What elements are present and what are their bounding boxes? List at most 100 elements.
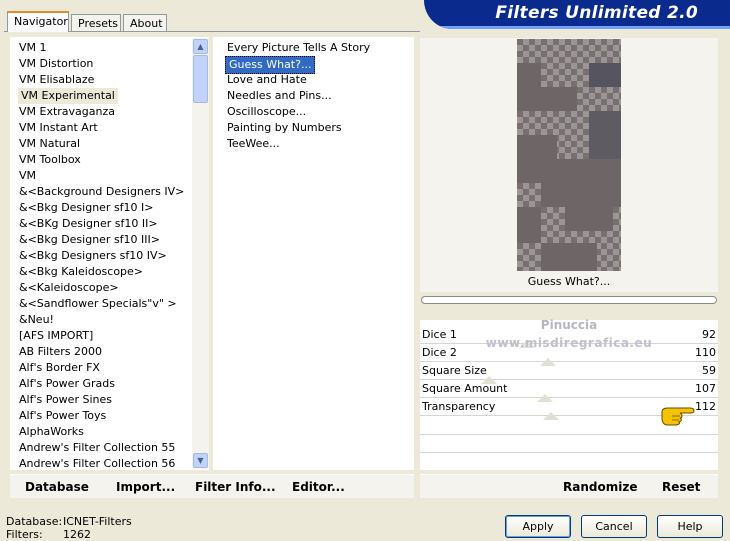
param-slider[interactable]: Square Size 59: [420, 362, 718, 384]
filter-item-label: Needles and Pins...: [227, 89, 332, 102]
filter-item[interactable]: Painting by Numbers: [225, 120, 410, 136]
reset-button[interactable]: Reset: [662, 480, 700, 494]
category-item[interactable]: VM Experimental: [17, 88, 192, 104]
tab-about[interactable]: About: [123, 14, 167, 32]
filter-info-button[interactable]: Filter Info...: [195, 480, 276, 494]
category-item-label: VM: [19, 169, 37, 182]
category-item[interactable]: VM Natural: [17, 136, 192, 152]
help-button[interactable]: Help: [657, 515, 723, 538]
category-item-label: Alf's Border FX: [19, 361, 100, 374]
category-item[interactable]: Alf's Power Grads: [17, 376, 192, 392]
category-item[interactable]: VM 1: [17, 40, 192, 56]
category-item[interactable]: &<Bkg Designers sf10 IV>: [17, 248, 192, 264]
category-item-label: &<Kaleidoscope>: [19, 281, 119, 294]
param-label: Transparency: [422, 400, 496, 413]
category-item[interactable]: VM Elisablaze: [17, 72, 192, 88]
category-item[interactable]: &<Bkg Designer sf10 I>: [17, 200, 192, 216]
category-item-label: &<BKg Designer sf10 II>: [19, 217, 158, 230]
param-label: Square Amount: [422, 382, 508, 395]
filter-item-label: Oscilloscope...: [227, 105, 307, 118]
category-item[interactable]: &<Background Designers IV>: [17, 184, 192, 200]
filter-list[interactable]: Every Picture Tells A Story Guess What?..…: [213, 37, 414, 470]
category-item[interactable]: [AFS IMPORT]: [17, 328, 192, 344]
category-item[interactable]: AB Filters 2000: [17, 344, 192, 360]
chevron-down-icon[interactable]: ▼: [193, 453, 208, 468]
category-item[interactable]: Andrew's Filter Collection 55: [17, 440, 192, 456]
filters-label: Filters:: [6, 528, 43, 541]
filter-item[interactable]: Every Picture Tells A Story: [225, 40, 410, 56]
filters-count: 1262: [63, 528, 91, 541]
empty-slot-divider: [420, 452, 718, 453]
scroll-thumb[interactable]: [193, 55, 208, 103]
chevron-up-icon[interactable]: ▲: [193, 39, 208, 54]
category-item[interactable]: Andrew's Filter Collection 56: [17, 456, 192, 472]
category-item[interactable]: &<Sandflower Specials"v" >: [17, 296, 192, 312]
category-item[interactable]: VM Extravaganza: [17, 104, 192, 120]
category-item[interactable]: VM: [17, 168, 192, 184]
category-item[interactable]: Alf's Power Sines: [17, 392, 192, 408]
category-item[interactable]: &<Bkg Kaleidoscope>: [17, 264, 192, 280]
slider-thumb[interactable]: [543, 412, 560, 420]
param-value: 59: [702, 364, 716, 377]
tab-navigator[interactable]: Navigator: [7, 11, 69, 32]
filter-item[interactable]: Needles and Pins...: [225, 88, 410, 104]
filter-item-label: Love and Hate: [227, 73, 307, 86]
empty-slot-divider: [420, 434, 718, 435]
param-slider[interactable]: Square Amount 107: [420, 380, 718, 402]
category-item-label: &<Bkg Designer sf10 III>: [19, 233, 161, 246]
param-label: Square Size: [422, 364, 487, 377]
category-item-label: [AFS IMPORT]: [19, 329, 94, 342]
preview-caption: Guess What?...: [420, 272, 718, 292]
left-toolbar: Database Import... Filter Info... Editor…: [10, 474, 414, 498]
filter-items: Every Picture Tells A Story Guess What?..…: [225, 40, 410, 152]
filter-item[interactable]: Guess What?...: [225, 56, 410, 74]
filter-item[interactable]: TeeWee...: [225, 136, 410, 152]
category-item[interactable]: VM Toolbox: [17, 152, 192, 168]
filter-item-label: Every Picture Tells A Story: [227, 41, 371, 54]
category-item[interactable]: Alf's Power Toys: [17, 408, 192, 424]
category-item[interactable]: &Neu!: [17, 312, 192, 328]
category-item-label: &Neu!: [19, 313, 54, 326]
category-item-label: &<Bkg Designers sf10 IV>: [19, 249, 167, 262]
filter-item[interactable]: Oscilloscope...: [225, 104, 410, 120]
filter-item[interactable]: Love and Hate: [225, 72, 410, 88]
banner-strip: [424, 26, 730, 29]
category-item[interactable]: &<BKg Designer sf10 II>: [17, 216, 192, 232]
category-item[interactable]: &<Bkg Designer sf10 III>: [17, 232, 192, 248]
preview-image: [517, 39, 621, 271]
category-item-label: &<Bkg Designer sf10 I>: [19, 201, 154, 214]
database-label: Database:: [6, 515, 63, 528]
category-item[interactable]: VM Distortion: [17, 56, 192, 72]
category-item-label: VM Elisablaze: [19, 73, 95, 86]
category-items: VM 1 VM Distortion VM Elisablaze VM Experim…: [17, 40, 192, 472]
category-list[interactable]: VM 1 VM Distortion VM Elisablaze VM Experim…: [10, 37, 209, 470]
category-scrollbar[interactable]: ▲ ▼: [192, 38, 209, 469]
category-item[interactable]: AlphaWorks: [17, 424, 192, 440]
category-item-label: VM Natural: [19, 137, 81, 150]
category-item[interactable]: VM Instant Art: [17, 120, 192, 136]
app-banner: Filters Unlimited 2.0: [424, 0, 730, 29]
param-value: 107: [695, 382, 716, 395]
category-item[interactable]: Alf's Border FX: [17, 360, 192, 376]
category-item-label: Alf's Power Sines: [19, 393, 112, 406]
watermark-line1: Pinuccia: [540, 318, 598, 332]
apply-button[interactable]: Apply: [505, 515, 571, 538]
database-button[interactable]: Database: [25, 480, 89, 494]
tab-presets[interactable]: Presets: [71, 14, 121, 32]
category-item-label: VM 1: [19, 41, 47, 54]
preview-panel: [420, 38, 718, 272]
app-title: Filters Unlimited 2.0: [495, 3, 698, 23]
import-button[interactable]: Import...: [116, 480, 175, 494]
cancel-button[interactable]: Cancel: [581, 515, 647, 538]
editor-button[interactable]: Editor...: [292, 480, 345, 494]
category-item-label: Andrew's Filter Collection 55: [19, 441, 176, 454]
pointing-hand-icon: [660, 404, 696, 426]
category-item-label: &<Bkg Kaleidoscope>: [19, 265, 144, 278]
category-item-label: VM Toolbox: [19, 153, 81, 166]
category-item[interactable]: &<Kaleidoscope>: [17, 280, 192, 296]
category-item-label: VM Instant Art: [19, 121, 98, 134]
filter-item-label: TeeWee...: [227, 137, 280, 150]
randomize-button[interactable]: Randomize: [563, 480, 637, 494]
right-toolbar: Randomize Reset: [420, 474, 718, 498]
watermark-line2: www.misdiregrafica.eu: [485, 336, 653, 350]
